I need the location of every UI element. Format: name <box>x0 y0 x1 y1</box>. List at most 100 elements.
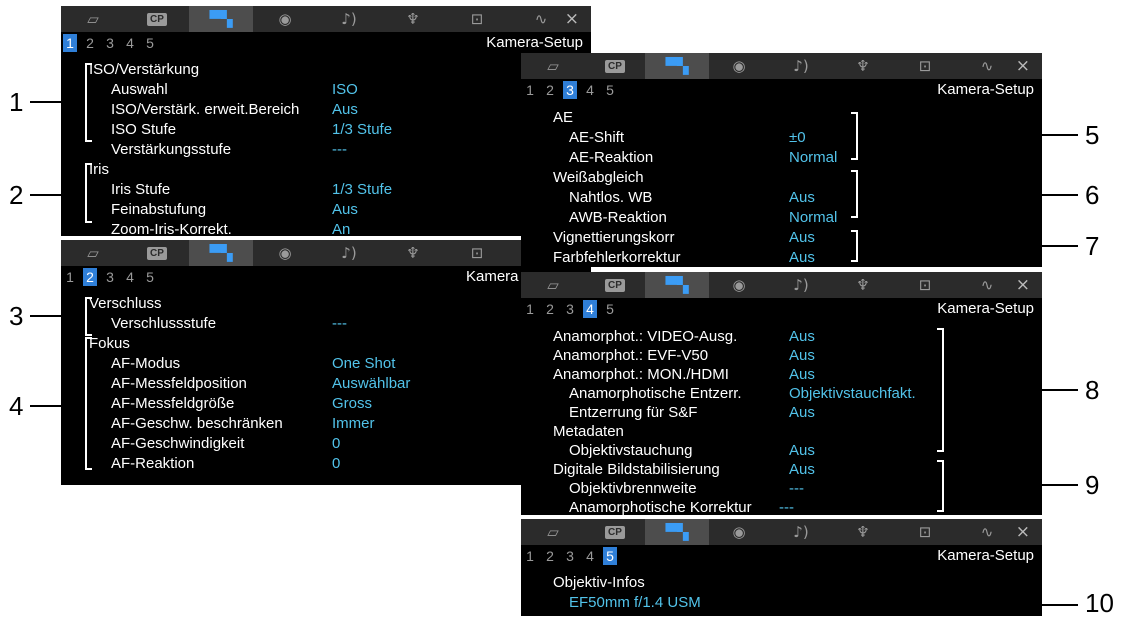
menu-item-label[interactable]: AE-Reaktion <box>569 148 653 167</box>
custom-icon[interactable]: ⊡ <box>445 240 509 266</box>
custom-icon[interactable]: ⊡ <box>893 272 957 298</box>
menu-item-label[interactable]: Vignettierungskorr <box>553 228 674 247</box>
tab-page-2[interactable]: 2 <box>83 34 97 52</box>
color-wheel-icon[interactable]: ◉ <box>253 6 317 32</box>
menu-item-value[interactable]: Normal <box>789 208 837 227</box>
tab-page-2[interactable]: 2 <box>543 81 557 99</box>
tab-page-4[interactable]: 4 <box>583 547 597 565</box>
wrench-icon[interactable]: ♆ <box>831 272 895 298</box>
tab-page-4[interactable]: 4 <box>583 81 597 99</box>
frame-icon[interactable]: ▱ <box>521 272 585 298</box>
frame-icon[interactable]: ▱ <box>521 519 585 545</box>
menu-item-value[interactable]: Aus <box>789 460 815 479</box>
wave-icon[interactable]: ∿ <box>955 53 1019 79</box>
menu-item-label[interactable]: AWB-Reaktion <box>569 208 667 227</box>
close-icon[interactable]: × <box>1016 272 1030 298</box>
close-icon[interactable]: × <box>1016 53 1030 79</box>
tab-page-3[interactable]: 3 <box>103 268 117 286</box>
cp-icon[interactable]: CP <box>125 240 189 266</box>
menu-item-value[interactable]: Aus <box>789 441 815 460</box>
wrench-icon[interactable]: ♆ <box>831 519 895 545</box>
tab-page-5[interactable]: 5 <box>603 547 617 565</box>
menu-item-value[interactable]: Objektivstauchfakt. <box>789 384 916 403</box>
menu-item-value[interactable]: Aus <box>332 100 358 119</box>
menu-item-value[interactable]: Aus <box>332 200 358 219</box>
menu-item-label[interactable]: AF-Geschwindigkeit <box>111 434 244 453</box>
audio-icon[interactable]: ♪) <box>769 272 833 298</box>
menu-item-label[interactable]: Anamorphot.: MON./HDMI <box>553 365 729 384</box>
menu-item-label[interactable]: Auswahl <box>111 80 168 99</box>
color-wheel-icon[interactable]: ◉ <box>707 272 771 298</box>
menu-item-label[interactable]: ISO Stufe <box>111 120 176 139</box>
menu-item-value[interactable]: 1/3 Stufe <box>332 120 392 139</box>
cp-icon[interactable]: CP <box>583 53 647 79</box>
tab-page-2[interactable]: 2 <box>543 547 557 565</box>
tab-page-1[interactable]: 1 <box>63 34 77 52</box>
menu-item-value[interactable]: Aus <box>789 248 815 267</box>
tab-page-3[interactable]: 3 <box>563 300 577 318</box>
menu-item-label[interactable]: Verschlussstufe <box>111 314 216 333</box>
cp-icon[interactable]: CP <box>125 6 189 32</box>
menu-item-value[interactable]: Aus <box>789 188 815 207</box>
menu-item-value[interactable]: 0 <box>332 434 340 453</box>
menu-item-label[interactable]: AF-Messfeldposition <box>111 374 247 393</box>
menu-item-value[interactable]: ISO <box>332 80 358 99</box>
tab-page-4[interactable]: 4 <box>123 268 137 286</box>
menu-item-label[interactable]: Objektivstauchung <box>569 441 692 460</box>
tab-page-3[interactable]: 3 <box>563 547 577 565</box>
tab-page-1[interactable]: 1 <box>523 300 537 318</box>
menu-item-value[interactable]: --- <box>332 140 347 159</box>
menu-item-label[interactable]: Objektivbrennweite <box>569 479 697 498</box>
camera-icon[interactable]: ▀▚ <box>189 240 253 266</box>
close-icon[interactable]: × <box>1016 519 1030 545</box>
tab-page-2[interactable]: 2 <box>543 300 557 318</box>
menu-item-label[interactable]: Verstärkungsstufe <box>111 140 231 159</box>
menu-item-value[interactable]: Immer <box>332 414 375 433</box>
color-wheel-icon[interactable]: ◉ <box>707 53 771 79</box>
menu-item-value[interactable]: --- <box>332 314 347 333</box>
tab-page-3[interactable]: 3 <box>103 34 117 52</box>
menu-item-label[interactable]: Iris Stufe <box>111 180 170 199</box>
menu-item-value[interactable]: Gross <box>332 394 372 413</box>
menu-item-label[interactable]: ISO/Verstärk. erweit.Bereich <box>111 100 299 119</box>
menu-item-value[interactable]: One Shot <box>332 354 395 373</box>
menu-item-value[interactable]: --- <box>779 498 794 515</box>
menu-item-label[interactable]: Zoom-Iris-Korrekt. <box>111 220 232 236</box>
menu-item-value[interactable]: Aus <box>789 403 815 422</box>
frame-icon[interactable]: ▱ <box>61 240 125 266</box>
menu-item-label[interactable]: AF-Modus <box>111 354 180 373</box>
tab-page-2[interactable]: 2 <box>83 268 97 286</box>
frame-icon[interactable]: ▱ <box>61 6 125 32</box>
tab-page-4[interactable]: 4 <box>123 34 137 52</box>
tab-page-4[interactable]: 4 <box>583 300 597 318</box>
wave-icon[interactable]: ∿ <box>955 272 1019 298</box>
menu-item-label[interactable]: AE-Shift <box>569 128 624 147</box>
custom-icon[interactable]: ⊡ <box>893 53 957 79</box>
custom-icon[interactable]: ⊡ <box>893 519 957 545</box>
menu-item-label[interactable]: Anamorphot.: VIDEO-Ausg. <box>553 327 737 346</box>
audio-icon[interactable]: ♪) <box>317 240 381 266</box>
camera-icon[interactable]: ▀▚ <box>645 53 709 79</box>
menu-item-value[interactable]: 1/3 Stufe <box>332 180 392 199</box>
wave-icon[interactable]: ∿ <box>955 519 1019 545</box>
custom-icon[interactable]: ⊡ <box>445 6 509 32</box>
menu-item-value[interactable]: Aus <box>789 365 815 384</box>
cp-icon[interactable]: CP <box>583 272 647 298</box>
tab-page-1[interactable]: 1 <box>523 81 537 99</box>
menu-item-value[interactable]: Aus <box>789 228 815 247</box>
color-wheel-icon[interactable]: ◉ <box>253 240 317 266</box>
menu-item-label[interactable]: Anamorphot.: EVF-V50 <box>553 346 708 365</box>
menu-item-value[interactable]: Aus <box>789 327 815 346</box>
tab-page-5[interactable]: 5 <box>603 300 617 318</box>
menu-item-value[interactable]: ±0 <box>789 128 806 147</box>
wrench-icon[interactable]: ♆ <box>381 240 445 266</box>
menu-item-label[interactable]: Farbfehlerkorrektur <box>553 248 681 267</box>
audio-icon[interactable]: ♪) <box>769 53 833 79</box>
camera-icon[interactable]: ▀▚ <box>189 6 253 32</box>
menu-item-label[interactable]: Entzerrung für S&F <box>569 403 697 422</box>
menu-item-value[interactable]: Aus <box>789 346 815 365</box>
camera-icon[interactable]: ▀▚ <box>645 519 709 545</box>
tab-page-5[interactable]: 5 <box>143 268 157 286</box>
wrench-icon[interactable]: ♆ <box>831 53 895 79</box>
close-icon[interactable]: × <box>565 6 579 32</box>
